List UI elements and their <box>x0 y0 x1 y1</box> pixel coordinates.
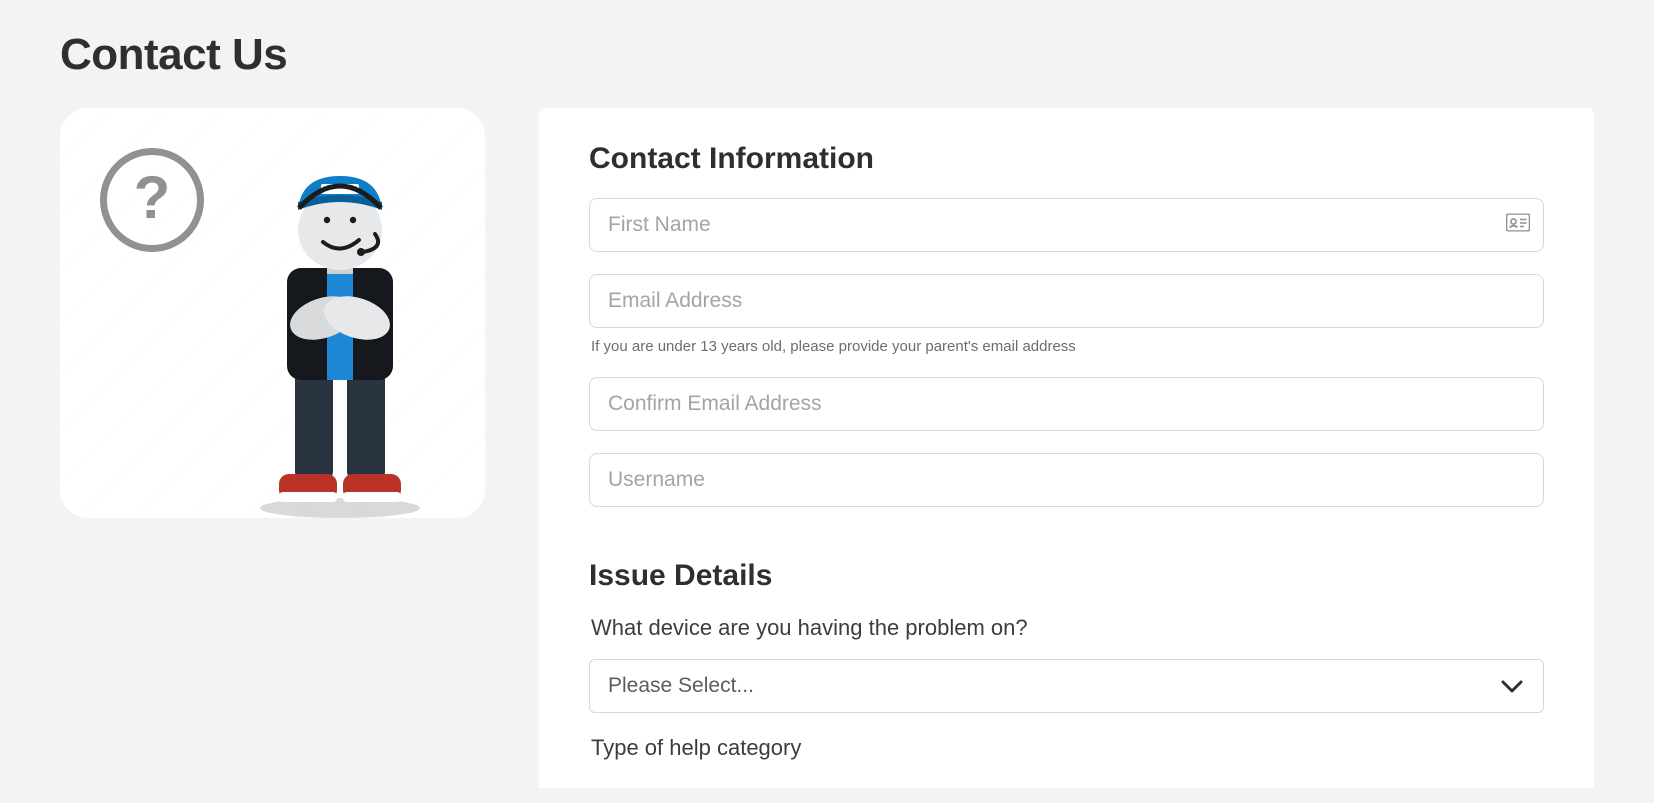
device-select-value: Please Select... <box>608 674 754 698</box>
device-question-label: What device are you having the problem o… <box>591 615 1544 641</box>
contact-form-card: Contact Information <box>539 108 1594 788</box>
page-title: Contact Us <box>60 30 1594 80</box>
help-illustration-card: ? <box>60 108 485 518</box>
device-select[interactable]: Please Select... <box>589 659 1544 713</box>
support-avatar-illustration <box>235 158 445 518</box>
first-name-input[interactable] <box>589 198 1544 252</box>
issue-details-heading: Issue Details <box>589 559 1544 593</box>
question-mark-icon: ? <box>100 148 204 252</box>
username-input[interactable] <box>589 453 1544 507</box>
email-age-note: If you are under 13 years old, please pr… <box>591 338 1544 355</box>
contact-info-heading: Contact Information <box>589 142 1544 176</box>
id-card-icon <box>1506 214 1530 237</box>
chevron-down-icon <box>1499 673 1525 699</box>
confirm-email-input[interactable] <box>589 377 1544 431</box>
category-question-label: Type of help category <box>591 735 1544 761</box>
email-input[interactable] <box>589 274 1544 328</box>
